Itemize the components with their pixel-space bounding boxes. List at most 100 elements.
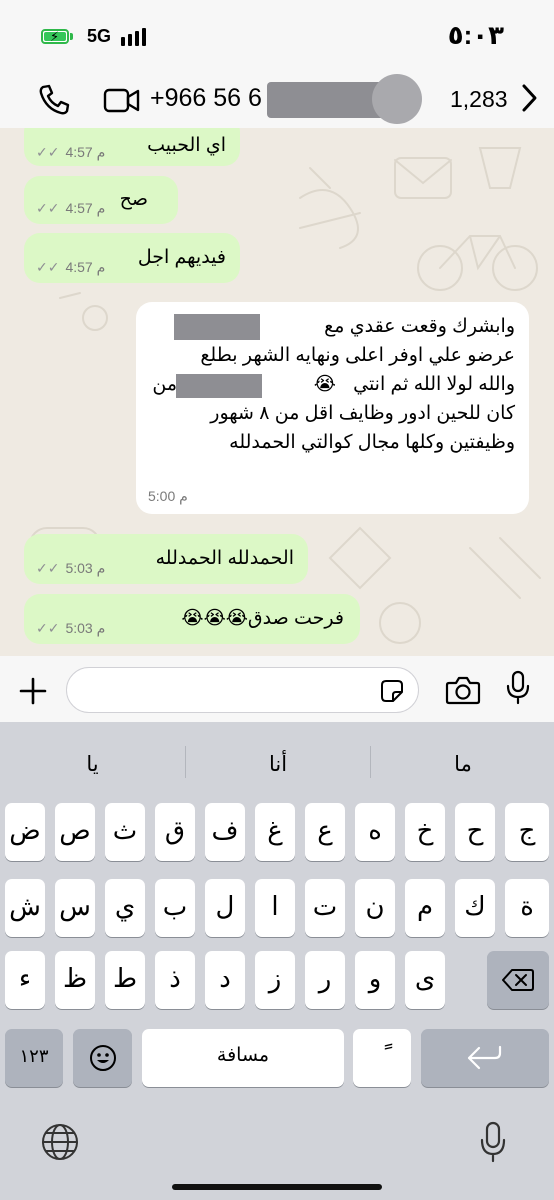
message-time: 4:57 م xyxy=(65,144,106,160)
home-indicator xyxy=(172,1184,382,1190)
key[interactable]: ط xyxy=(105,951,145,1009)
crying-emoji: 😭 xyxy=(313,374,336,395)
numbers-key[interactable]: ١٢٣ xyxy=(5,1029,63,1087)
keyboard: ما أنا يا ض ص ث ق ف غ ع ه خ ح ج ش س ي ب … xyxy=(0,722,554,1200)
backspace-key[interactable] xyxy=(487,951,549,1009)
key[interactable]: خ xyxy=(405,803,445,861)
message-text: الحمدلله الحمدلله xyxy=(155,548,294,569)
key[interactable]: ش xyxy=(5,879,45,937)
message-text: صح xyxy=(119,189,148,210)
read-receipt-icon: ✓✓ xyxy=(36,560,64,576)
avatar[interactable] xyxy=(372,74,422,124)
chat-header: +966 56 6 1,283 xyxy=(0,70,554,129)
key[interactable]: ف xyxy=(205,803,245,861)
message-text-line: وظيفتين وكلها مجال كوالتي الحمدلله xyxy=(229,432,515,453)
dictation-icon[interactable] xyxy=(479,1120,507,1164)
key[interactable]: ا xyxy=(255,879,295,937)
message-bubble-outgoing[interactable]: فيديهم اجل ✓✓ 4:57 م xyxy=(24,233,240,283)
message-time: 4:57 م xyxy=(65,259,106,275)
plus-icon[interactable] xyxy=(18,676,48,706)
unread-count: 1,283 xyxy=(450,86,508,112)
space-key[interactable]: مسافة xyxy=(142,1029,344,1087)
key[interactable]: ز xyxy=(255,951,295,1009)
microphone-icon[interactable] xyxy=(505,670,531,706)
signal-icon xyxy=(121,28,151,46)
message-text: فيديهم اجل xyxy=(137,247,226,268)
message-time: 4:57 م xyxy=(65,200,106,216)
back-chevron-icon[interactable] xyxy=(518,82,540,114)
message-input-bar xyxy=(0,656,554,722)
message-text-line: كان للحين ادور وظايف اقل من ٨ شهور xyxy=(210,403,515,424)
key[interactable]: ن xyxy=(355,879,395,937)
redacted-text xyxy=(176,374,262,398)
message-bubble-outgoing[interactable]: فرحت صدق 😭😭😭 ✓✓ 5:03 م xyxy=(24,594,360,644)
suggestion-1[interactable]: ما xyxy=(372,740,554,790)
chat-area[interactable]: اي الحبيب ✓✓ 4:57 م صح ✓✓ 4:57 م فيديهم اج… xyxy=(0,128,554,656)
key[interactable]: ل xyxy=(205,879,245,937)
message-bubble-incoming[interactable]: وابشرك وقعت عقدي مع عرضو علي اوفر اعلى و… xyxy=(136,302,529,514)
camera-icon[interactable] xyxy=(445,675,481,705)
message-meta: ✓✓ 5:03 م xyxy=(36,560,105,577)
key[interactable]: ء xyxy=(5,951,45,1009)
tanween-key[interactable]: ً xyxy=(353,1029,411,1087)
return-icon xyxy=(467,1045,502,1070)
status-time: ٥:٠٣ xyxy=(447,20,504,50)
key[interactable]: و xyxy=(355,951,395,1009)
globe-icon[interactable] xyxy=(40,1122,80,1162)
message-text-line: والله لولا الله ثم انتي xyxy=(353,374,515,395)
return-key[interactable] xyxy=(421,1029,549,1087)
message-bubble-outgoing[interactable]: الحمدلله الحمدلله ✓✓ 5:03 م xyxy=(24,534,308,584)
message-text-line: وابشرك وقعت عقدي مع xyxy=(324,316,515,337)
battery-nub xyxy=(70,33,73,40)
message-time: 5:00 م xyxy=(148,488,188,504)
key[interactable]: ج xyxy=(505,803,549,861)
status-bar: ⚡ 5G ٥:٠٣ xyxy=(0,0,554,70)
emoji-key[interactable] xyxy=(73,1029,132,1087)
key[interactable]: ذ xyxy=(155,951,195,1009)
key[interactable]: ت xyxy=(305,879,345,937)
key[interactable]: ض xyxy=(5,803,45,861)
key[interactable]: ع xyxy=(305,803,345,861)
message-bubble-outgoing[interactable]: صح ✓✓ 4:57 م xyxy=(24,176,178,224)
key[interactable]: ي xyxy=(105,879,145,937)
read-receipt-icon: ✓✓ xyxy=(36,259,64,275)
key[interactable]: ب xyxy=(155,879,195,937)
key[interactable]: ر xyxy=(305,951,345,1009)
message-text-line: من xyxy=(152,374,177,395)
key[interactable]: م xyxy=(405,879,445,937)
battery-icon: ⚡ xyxy=(41,29,69,44)
key[interactable]: ك xyxy=(455,879,495,937)
key[interactable]: د xyxy=(205,951,245,1009)
message-meta: ✓✓ 4:57 م xyxy=(36,200,105,217)
message-bubble-outgoing[interactable]: اي الحبيب ✓✓ 4:57 م xyxy=(24,128,240,166)
emoji-icon xyxy=(90,1045,116,1071)
video-call-icon[interactable] xyxy=(101,80,141,120)
key[interactable]: ظ xyxy=(55,951,95,1009)
message-time: 5:03 م xyxy=(65,620,106,636)
redacted-text xyxy=(174,314,260,340)
network-type: 5G xyxy=(87,26,112,46)
suggestion-2[interactable]: أنا xyxy=(186,740,370,790)
suggestion-divider xyxy=(185,746,186,778)
key[interactable]: ث xyxy=(105,803,145,861)
contact-phone-number[interactable]: +966 56 6 xyxy=(150,84,262,113)
backspace-icon xyxy=(502,969,534,991)
read-receipt-icon: ✓✓ xyxy=(36,200,64,216)
key[interactable]: ق xyxy=(155,803,195,861)
key[interactable]: غ xyxy=(255,803,295,861)
message-input[interactable] xyxy=(66,667,419,713)
key[interactable]: ى xyxy=(405,951,445,1009)
message-meta: ✓✓ 4:57 م xyxy=(36,144,105,161)
key[interactable]: ح xyxy=(455,803,495,861)
sticker-icon[interactable] xyxy=(380,679,404,703)
key[interactable]: ص xyxy=(55,803,95,861)
suggestion-3[interactable]: يا xyxy=(0,740,185,790)
read-receipt-icon: ✓✓ xyxy=(36,620,64,636)
key[interactable]: س xyxy=(55,879,95,937)
message-text: اي الحبيب xyxy=(147,135,226,156)
phone-icon[interactable] xyxy=(34,80,74,120)
key[interactable]: ة xyxy=(505,879,549,937)
message-time: 5:03 م xyxy=(65,560,106,576)
message-text: فرحت صدق xyxy=(247,608,344,629)
key[interactable]: ه xyxy=(355,803,395,861)
